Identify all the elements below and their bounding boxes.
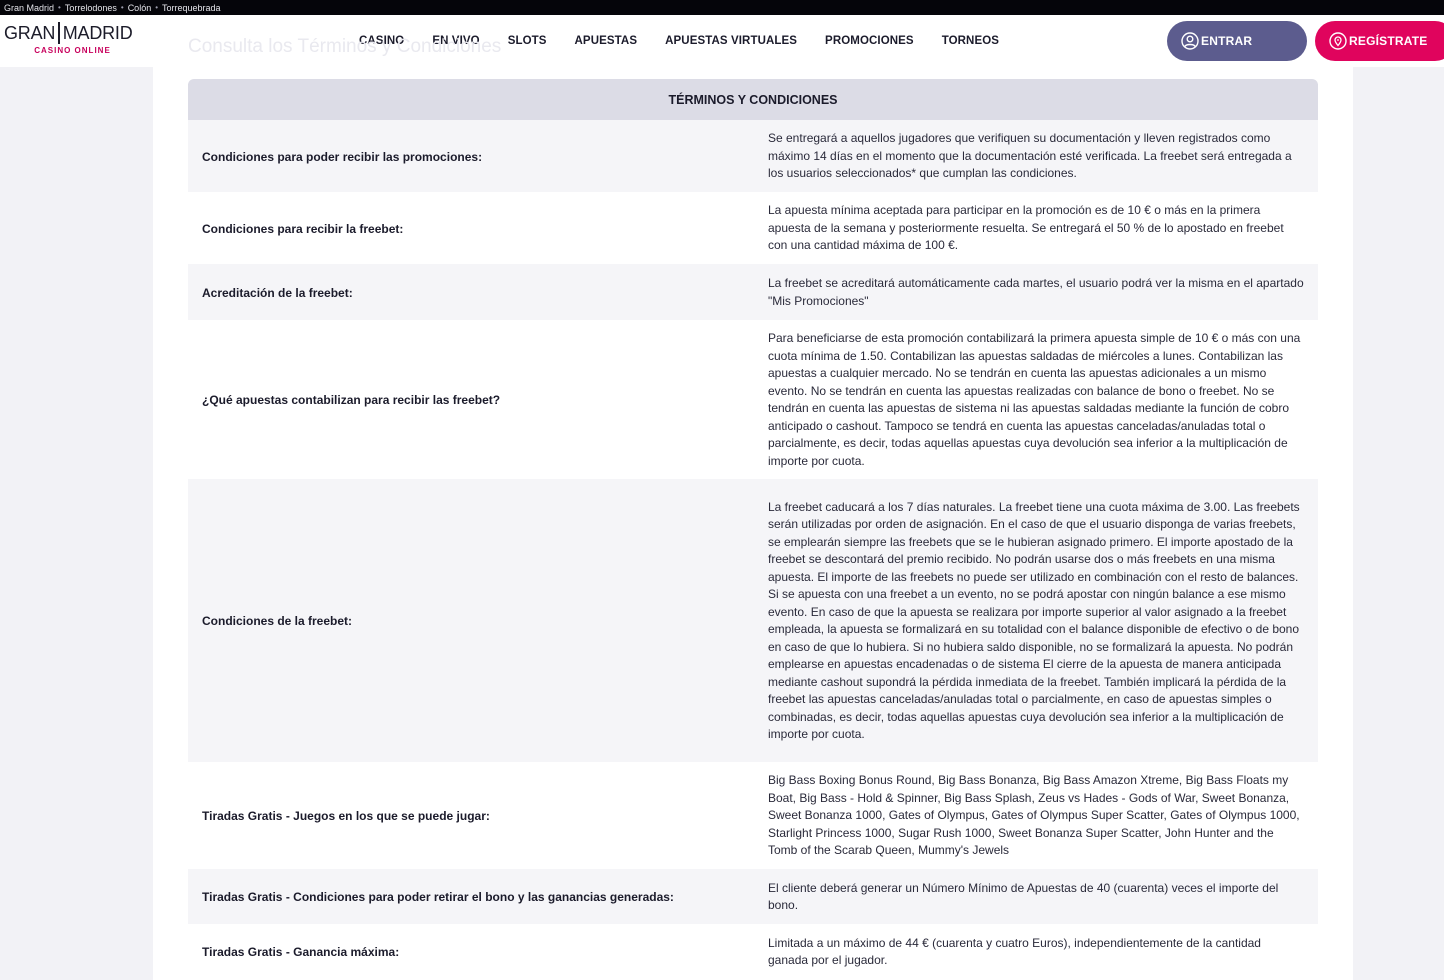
term-label: Acreditación de la freebet: bbox=[202, 285, 353, 300]
register-button[interactable]: REGÍSTRATE bbox=[1315, 21, 1444, 61]
term-label: Condiciones de la freebet: bbox=[202, 614, 353, 628]
terms-table: TÉRMINOS Y CONDICIONES Condiciones para … bbox=[188, 79, 1318, 979]
separator-dot: • bbox=[58, 3, 61, 12]
nav-item-promociones[interactable]: PROMOCIONES bbox=[811, 31, 928, 51]
term-text: Se entregará a aquellos jugadores que ve… bbox=[768, 131, 1292, 181]
table-row: Tiradas Gratis - Condiciones para poder … bbox=[188, 869, 1318, 924]
top-link-colon[interactable]: Colón bbox=[128, 3, 152, 13]
logo-divider bbox=[58, 22, 60, 44]
page-title: Consulta los Términos y Condiciones bbox=[188, 36, 502, 57]
logo-word-gran: GRAN bbox=[4, 23, 56, 43]
term-text: Big Bass Boxing Bonus Round, Big Bass Bo… bbox=[768, 773, 1300, 858]
nav-item-slots[interactable]: SLOTS bbox=[494, 31, 561, 51]
login-button-label: ENTRAR bbox=[1201, 34, 1253, 48]
term-label: Condiciones para poder recibir las promo… bbox=[202, 149, 483, 164]
table-row: Condiciones para poder recibir las promo… bbox=[188, 120, 1318, 192]
logo-tagline: CASINO ONLINE bbox=[34, 46, 111, 55]
nav-item-torneos[interactable]: TORNEOS bbox=[928, 31, 1013, 51]
separator-dot: • bbox=[155, 3, 159, 12]
location-pin-icon bbox=[1329, 32, 1347, 50]
term-text: El cliente deberá generar un Número Míni… bbox=[768, 880, 1279, 913]
user-icon bbox=[1181, 32, 1199, 50]
term-text: La apuesta mínima aceptada para particip… bbox=[768, 203, 1284, 253]
table-row: Tiradas Gratis - Juegos en los que se pu… bbox=[188, 762, 1318, 869]
gran-madrid-logo[interactable]: GRAN MADRID CASINO ONLINE bbox=[4, 22, 144, 62]
top-link-torrequebrada[interactable]: Torrequebrada bbox=[162, 3, 221, 13]
logo-wordmark: GRAN MADRID bbox=[4, 22, 144, 44]
table-row: Tiradas Gratis - Ganancia máxima: Limita… bbox=[188, 924, 1318, 979]
top-link-torrelodones[interactable]: Torrelodones bbox=[65, 3, 117, 13]
term-label: Tiradas Gratis - Ganancia máxima: bbox=[202, 945, 400, 959]
term-label: Tiradas Gratis - Condiciones para poder … bbox=[202, 890, 674, 904]
term-text: La freebet caducará a los 7 días natural… bbox=[768, 499, 1300, 742]
table-row: Condiciones de la freebet: La freebet ca… bbox=[188, 479, 1318, 762]
term-text: Para beneficiarse de esta promoción cont… bbox=[768, 331, 1301, 468]
register-button-label: REGÍSTRATE bbox=[1349, 34, 1428, 48]
term-label: ¿Qué apuestas contabilizan para recibir … bbox=[202, 393, 501, 407]
login-button[interactable]: ENTRAR bbox=[1167, 21, 1307, 61]
table-row: Acreditación de la freebet: La freebet s… bbox=[188, 264, 1318, 320]
table-row: ¿Qué apuestas contabilizan para recibir … bbox=[188, 320, 1318, 479]
top-link-gran-madrid[interactable]: Gran Madrid bbox=[4, 3, 54, 13]
term-text: Limitada a un máximo de 44 € (cuarenta y… bbox=[768, 935, 1261, 968]
separator-dot: • bbox=[120, 3, 124, 12]
top-links-bar: Gran Madrid • Torrelodones • Colón • Tor… bbox=[0, 0, 1444, 15]
nav-item-apuestas[interactable]: APUESTAS bbox=[561, 31, 652, 51]
table-row: Condiciones para recibir la freebet: La … bbox=[188, 192, 1318, 264]
term-label: Condiciones para recibir la freebet: bbox=[202, 221, 404, 236]
term-text: La freebet se acreditará automáticamente… bbox=[768, 276, 1304, 308]
term-label: Tiradas Gratis - Juegos en los que se pu… bbox=[202, 809, 490, 823]
terms-table-header: TÉRMINOS Y CONDICIONES bbox=[188, 79, 1318, 120]
logo-word-madrid: MADRID bbox=[62, 23, 133, 43]
nav-item-apuestas-virtuales[interactable]: APUESTAS VIRTUALES bbox=[651, 31, 811, 51]
